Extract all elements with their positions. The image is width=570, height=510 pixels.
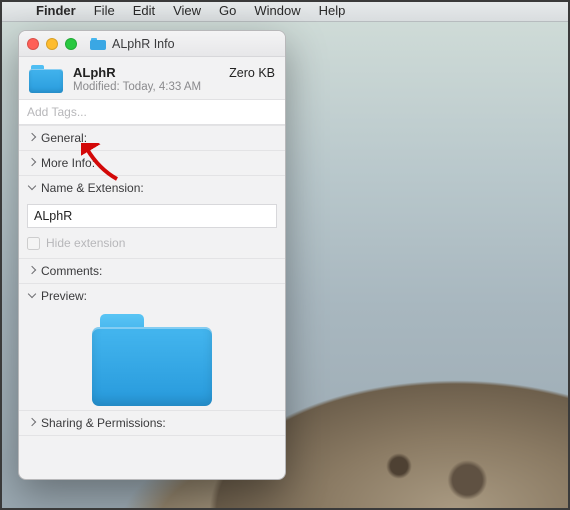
section-label: Name & Extension: (41, 181, 144, 195)
section-comments[interactable]: Comments: (19, 258, 285, 283)
tags-input[interactable] (19, 99, 285, 125)
section-sharing-permissions[interactable]: Sharing & Permissions: (19, 410, 285, 436)
section-general[interactable]: General: (19, 125, 285, 150)
section-label: More Info: (41, 156, 95, 170)
window-title: ALphR Info (112, 37, 175, 51)
menubar-item-edit[interactable]: Edit (133, 3, 155, 18)
preview-block (19, 308, 285, 410)
info-window: ALphR Info ALphR Zero KB Modified: Today… (18, 30, 286, 480)
chevron-right-icon (27, 134, 36, 143)
section-more-info[interactable]: More Info: (19, 150, 285, 175)
chevron-down-icon (27, 184, 36, 193)
section-name-extension[interactable]: Name & Extension: (19, 175, 285, 200)
hide-extension-row: Hide extension (27, 236, 277, 250)
section-label: Sharing & Permissions: (41, 416, 166, 430)
chevron-right-icon (27, 159, 36, 168)
folder-icon (90, 38, 106, 50)
chevron-right-icon (27, 419, 36, 428)
section-list: General: More Info: Name & Extension: Hi… (19, 125, 285, 479)
section-label: Comments: (41, 264, 102, 278)
minimize-button[interactable] (46, 38, 58, 50)
folder-icon[interactable] (29, 65, 63, 93)
preview-folder-icon (92, 314, 212, 406)
section-preview[interactable]: Preview: (19, 283, 285, 308)
item-modified: Modified: Today, 4:33 AM (73, 81, 275, 93)
zoom-button[interactable] (65, 38, 77, 50)
menubar-item-file[interactable]: File (94, 3, 115, 18)
section-label: General: (41, 131, 87, 145)
menubar-item-window[interactable]: Window (254, 3, 300, 18)
menubar-item-view[interactable]: View (173, 3, 201, 18)
section-label: Preview: (41, 289, 87, 303)
window-title-wrap: ALphR Info (90, 37, 175, 51)
titlebar[interactable]: ALphR Info (19, 31, 285, 57)
chevron-down-icon (27, 292, 36, 301)
item-name: ALphR (73, 65, 116, 80)
menubar-item-go[interactable]: Go (219, 3, 236, 18)
chevron-right-icon (27, 267, 36, 276)
menubar-item-help[interactable]: Help (319, 3, 346, 18)
close-button[interactable] (27, 38, 39, 50)
info-header: ALphR Zero KB Modified: Today, 4:33 AM (19, 57, 285, 97)
name-extension-input[interactable] (27, 204, 277, 228)
item-size: Zero KB (229, 66, 275, 80)
hide-extension-checkbox (27, 237, 40, 250)
tags-field[interactable] (19, 99, 285, 125)
menubar[interactable]: Finder File Edit View Go Window Help (0, 0, 570, 22)
menubar-app-name[interactable]: Finder (36, 3, 76, 18)
hide-extension-label: Hide extension (46, 236, 125, 250)
name-extension-block: Hide extension (19, 200, 285, 258)
